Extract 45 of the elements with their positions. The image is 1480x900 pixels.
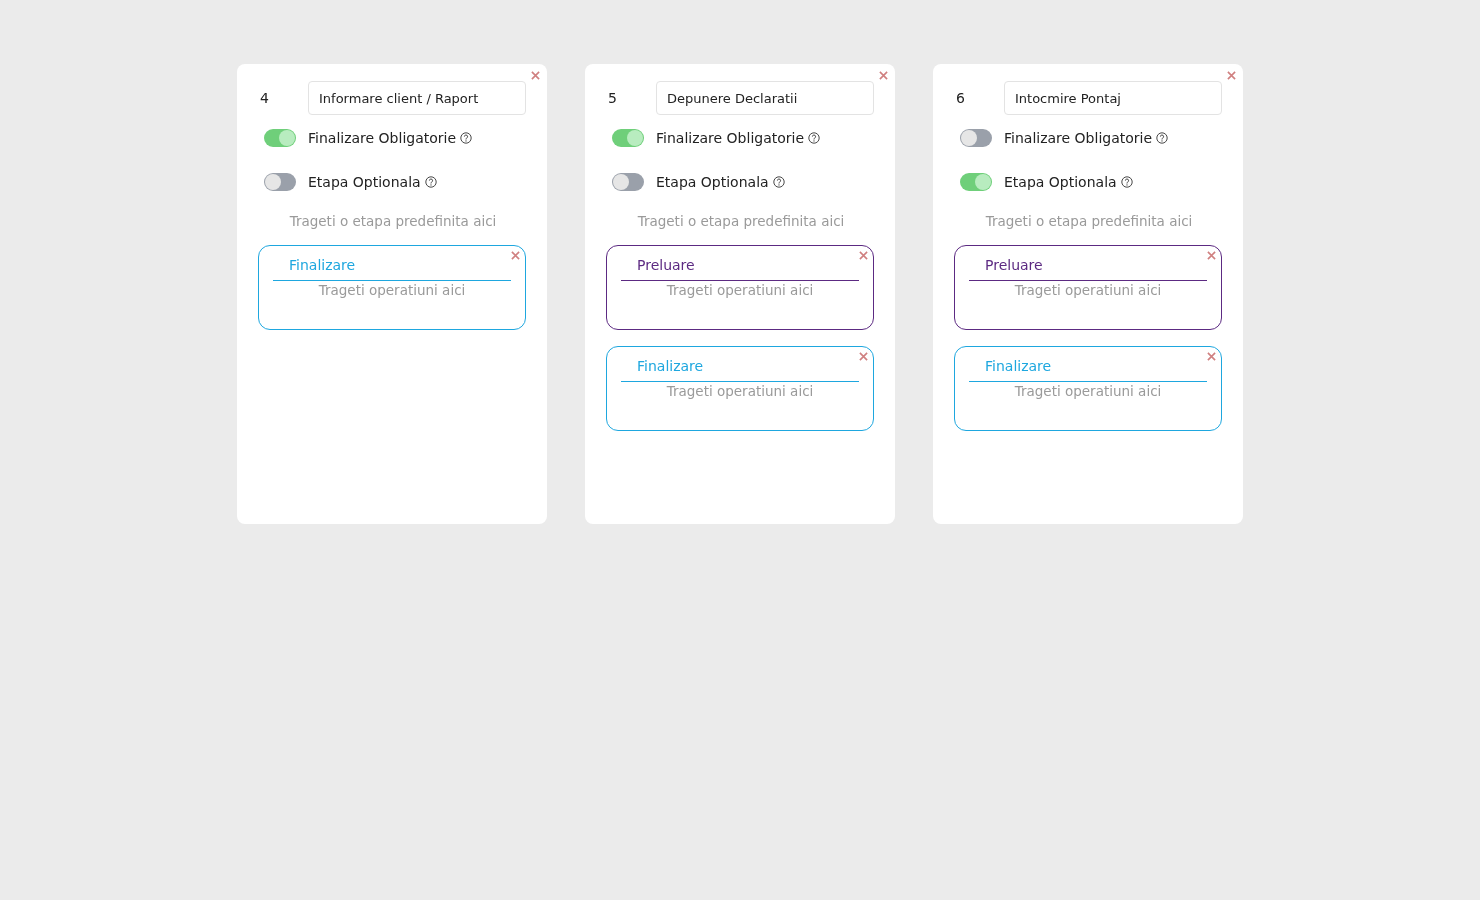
close-icon[interactable] (859, 352, 868, 361)
help-icon (424, 176, 437, 188)
close-icon[interactable] (511, 251, 520, 260)
toggle-label: Etapa Optionala (1004, 174, 1117, 190)
drop-hint: Trageti operatiuni aici (1013, 282, 1163, 298)
close-icon[interactable] (879, 71, 888, 80)
toggle-switch[interactable] (612, 129, 644, 147)
close-icon[interactable] (531, 71, 540, 80)
toggle-switch[interactable] (960, 173, 992, 191)
toggle-label: Etapa Optionala (308, 174, 421, 190)
drop-hint: Trageti operatiuni aici (317, 282, 467, 298)
toggle-switch[interactable] (612, 173, 644, 191)
toggle-label: Finalizare Obligatorie (308, 130, 457, 146)
operation-title: Finalizare (621, 358, 859, 382)
toggle-switch[interactable] (264, 129, 296, 147)
stage-number: 6 (956, 90, 966, 106)
close-icon[interactable] (859, 251, 868, 260)
drop-hint: Trageti operatiuni aici (665, 282, 815, 298)
drop-hint: Trageti operatiuni aici (665, 383, 815, 399)
stage-name-field[interactable]: Intocmire Pontaj (1004, 81, 1222, 115)
operation-title: Preluare (969, 257, 1207, 281)
drop-hint: Trageti o etapa predefinita aici (984, 213, 1194, 229)
operation-title: Finalizare (273, 257, 511, 281)
drop-hint: Trageti o etapa predefinita aici (288, 213, 498, 229)
operation-title: Preluare (621, 257, 859, 281)
help-icon (808, 132, 821, 144)
close-icon[interactable] (1227, 71, 1236, 80)
stage-number: 4 (260, 90, 270, 106)
toggle-label: Etapa Optionala (656, 174, 769, 190)
toggle-switch[interactable] (960, 129, 992, 147)
toggle-label: Finalizare Obligatorie (1004, 130, 1153, 146)
stage-number: 5 (608, 90, 618, 106)
drop-hint: Trageti o etapa predefinita aici (636, 213, 846, 229)
stage-name-field[interactable]: Informare client / Raport (308, 81, 526, 115)
toggle-label: Finalizare Obligatorie (656, 130, 805, 146)
help-icon (1156, 132, 1169, 144)
stage-name-field[interactable]: Depunere Declaratii (656, 81, 874, 115)
close-icon[interactable] (1207, 352, 1216, 361)
help-icon (1120, 176, 1133, 188)
operation-title: Finalizare (969, 358, 1207, 382)
help-icon (772, 176, 785, 188)
drop-hint: Trageti operatiuni aici (1013, 383, 1163, 399)
toggle-switch[interactable] (264, 173, 296, 191)
help-icon (460, 132, 473, 144)
close-icon[interactable] (1207, 251, 1216, 260)
